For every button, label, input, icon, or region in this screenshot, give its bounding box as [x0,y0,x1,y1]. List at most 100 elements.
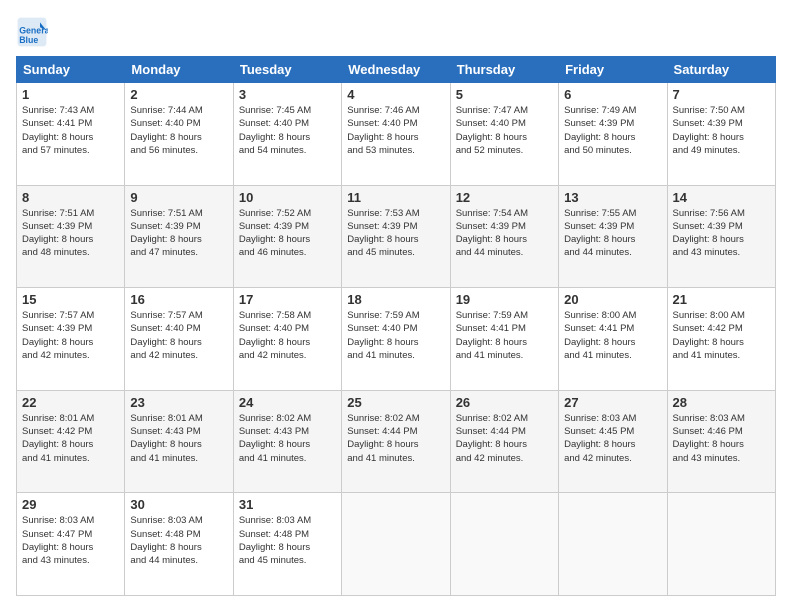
day-number: 22 [22,395,119,410]
logo: General Blue [16,16,52,48]
day-cell: 15 Sunrise: 7:57 AM Sunset: 4:39 PM Dayli… [17,288,125,391]
day-number: 1 [22,87,119,102]
day-cell: 11 Sunrise: 7:53 AM Sunset: 4:39 PM Dayli… [342,185,450,288]
day-cell: 5 Sunrise: 7:47 AM Sunset: 4:40 PM Daylig… [450,83,558,186]
day-info: Sunrise: 8:00 AM Sunset: 4:41 PM Dayligh… [564,309,661,362]
day-cell: 18 Sunrise: 7:59 AM Sunset: 4:40 PM Dayli… [342,288,450,391]
day-number: 5 [456,87,553,102]
week-row-5: 29 Sunrise: 8:03 AM Sunset: 4:47 PM Dayli… [17,493,776,596]
day-cell: 14Sunrise: 7:56 AM Sunset: 4:39 PM Dayli… [667,185,775,288]
day-info: Sunrise: 7:50 AM Sunset: 4:39 PM Dayligh… [673,104,770,157]
day-cell: 25 Sunrise: 8:02 AM Sunset: 4:44 PM Dayli… [342,390,450,493]
day-cell: 29 Sunrise: 8:03 AM Sunset: 4:47 PM Dayli… [17,493,125,596]
day-number: 28 [673,395,770,410]
day-number: 12 [456,190,553,205]
day-cell: 12 Sunrise: 7:54 AM Sunset: 4:39 PM Dayli… [450,185,558,288]
day-number: 9 [130,190,227,205]
svg-text:Blue: Blue [19,35,38,45]
day-number: 15 [22,292,119,307]
day-info: Sunrise: 7:51 AM Sunset: 4:39 PM Dayligh… [130,207,227,260]
day-cell: 6 Sunrise: 7:49 AM Sunset: 4:39 PM Daylig… [559,83,667,186]
day-number: 13 [564,190,661,205]
calendar-page: General Blue SundayMondayTuesdayWednesda… [0,0,792,612]
day-number: 3 [239,87,336,102]
day-cell: 30Sunrise: 8:03 AM Sunset: 4:48 PM Dayli… [125,493,233,596]
day-cell [667,493,775,596]
day-cell: 22 Sunrise: 8:01 AM Sunset: 4:42 PM Dayli… [17,390,125,493]
day-number: 16 [130,292,227,307]
day-number: 7 [673,87,770,102]
day-cell: 17Sunrise: 7:58 AM Sunset: 4:40 PM Dayli… [233,288,341,391]
day-cell: 2 Sunrise: 7:44 AM Sunset: 4:40 PM Daylig… [125,83,233,186]
weekday-header-tuesday: Tuesday [233,57,341,83]
day-cell: 21 Sunrise: 8:00 AM Sunset: 4:42 PM Dayli… [667,288,775,391]
calendar-table: SundayMondayTuesdayWednesdayThursdayFrid… [16,56,776,596]
day-cell: 24 Sunrise: 8:02 AM Sunset: 4:43 PM Dayli… [233,390,341,493]
day-cell: 1 Sunrise: 7:43 AM Sunset: 4:41 PM Daylig… [17,83,125,186]
day-info: Sunrise: 7:44 AM Sunset: 4:40 PM Dayligh… [130,104,227,157]
header: General Blue [16,16,776,48]
week-row-2: 8Sunrise: 7:51 AM Sunset: 4:39 PM Daylig… [17,185,776,288]
weekday-header-monday: Monday [125,57,233,83]
day-number: 21 [673,292,770,307]
day-number: 27 [564,395,661,410]
day-number: 17 [239,292,336,307]
day-number: 18 [347,292,444,307]
day-cell: 4Sunrise: 7:46 AM Sunset: 4:40 PM Daylig… [342,83,450,186]
day-info: Sunrise: 8:03 AM Sunset: 4:45 PM Dayligh… [564,412,661,465]
day-info: Sunrise: 7:52 AM Sunset: 4:39 PM Dayligh… [239,207,336,260]
day-cell: 8Sunrise: 7:51 AM Sunset: 4:39 PM Daylig… [17,185,125,288]
day-info: Sunrise: 8:02 AM Sunset: 4:44 PM Dayligh… [347,412,444,465]
day-cell: 19 Sunrise: 7:59 AM Sunset: 4:41 PM Dayli… [450,288,558,391]
day-number: 25 [347,395,444,410]
day-info: Sunrise: 8:02 AM Sunset: 4:43 PM Dayligh… [239,412,336,465]
day-number: 26 [456,395,553,410]
day-number: 2 [130,87,227,102]
day-info: Sunrise: 7:45 AM Sunset: 4:40 PM Dayligh… [239,104,336,157]
weekday-header-wednesday: Wednesday [342,57,450,83]
day-cell: 3 Sunrise: 7:45 AM Sunset: 4:40 PM Daylig… [233,83,341,186]
weekday-header-row: SundayMondayTuesdayWednesdayThursdayFrid… [17,57,776,83]
day-info: Sunrise: 7:43 AM Sunset: 4:41 PM Dayligh… [22,104,119,157]
calendar-body: 1 Sunrise: 7:43 AM Sunset: 4:41 PM Daylig… [17,83,776,596]
day-number: 23 [130,395,227,410]
day-info: Sunrise: 7:59 AM Sunset: 4:40 PM Dayligh… [347,309,444,362]
day-cell: 16Sunrise: 7:57 AM Sunset: 4:40 PM Dayli… [125,288,233,391]
day-cell [559,493,667,596]
day-info: Sunrise: 7:59 AM Sunset: 4:41 PM Dayligh… [456,309,553,362]
day-cell: 10Sunrise: 7:52 AM Sunset: 4:39 PM Dayli… [233,185,341,288]
day-number: 30 [130,497,227,512]
day-info: Sunrise: 8:03 AM Sunset: 4:47 PM Dayligh… [22,514,119,567]
weekday-header-friday: Friday [559,57,667,83]
day-cell: 13Sunrise: 7:55 AM Sunset: 4:39 PM Dayli… [559,185,667,288]
weekday-header-thursday: Thursday [450,57,558,83]
logo-icon: General Blue [16,16,48,48]
day-info: Sunrise: 8:01 AM Sunset: 4:43 PM Dayligh… [130,412,227,465]
day-cell [342,493,450,596]
week-row-4: 22 Sunrise: 8:01 AM Sunset: 4:42 PM Dayli… [17,390,776,493]
day-info: Sunrise: 7:49 AM Sunset: 4:39 PM Dayligh… [564,104,661,157]
day-number: 6 [564,87,661,102]
day-info: Sunrise: 8:03 AM Sunset: 4:48 PM Dayligh… [239,514,336,567]
day-cell: 9 Sunrise: 7:51 AM Sunset: 4:39 PM Daylig… [125,185,233,288]
day-info: Sunrise: 7:57 AM Sunset: 4:39 PM Dayligh… [22,309,119,362]
day-number: 11 [347,190,444,205]
day-info: Sunrise: 8:01 AM Sunset: 4:42 PM Dayligh… [22,412,119,465]
day-cell: 20Sunrise: 8:00 AM Sunset: 4:41 PM Dayli… [559,288,667,391]
day-number: 31 [239,497,336,512]
day-info: Sunrise: 8:00 AM Sunset: 4:42 PM Dayligh… [673,309,770,362]
day-info: Sunrise: 7:56 AM Sunset: 4:39 PM Dayligh… [673,207,770,260]
weekday-header-saturday: Saturday [667,57,775,83]
day-info: Sunrise: 7:54 AM Sunset: 4:39 PM Dayligh… [456,207,553,260]
day-cell: 23 Sunrise: 8:01 AM Sunset: 4:43 PM Dayli… [125,390,233,493]
day-number: 24 [239,395,336,410]
day-cell: 28Sunrise: 8:03 AM Sunset: 4:46 PM Dayli… [667,390,775,493]
day-cell [450,493,558,596]
day-cell: 26 Sunrise: 8:02 AM Sunset: 4:44 PM Dayli… [450,390,558,493]
day-number: 29 [22,497,119,512]
day-cell: 31 Sunrise: 8:03 AM Sunset: 4:48 PM Dayli… [233,493,341,596]
day-number: 19 [456,292,553,307]
day-info: Sunrise: 8:02 AM Sunset: 4:44 PM Dayligh… [456,412,553,465]
day-info: Sunrise: 7:53 AM Sunset: 4:39 PM Dayligh… [347,207,444,260]
day-info: Sunrise: 7:47 AM Sunset: 4:40 PM Dayligh… [456,104,553,157]
